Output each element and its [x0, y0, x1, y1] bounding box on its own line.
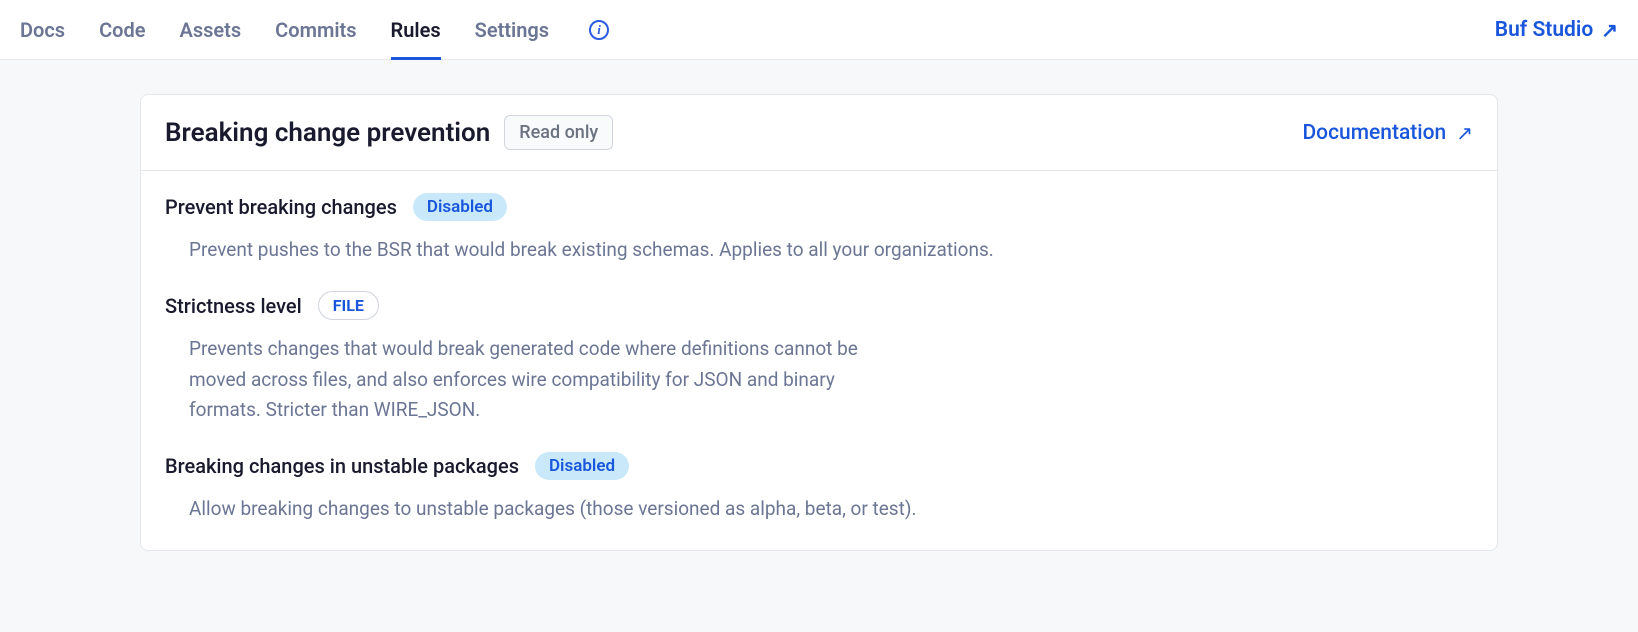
info-icon[interactable]: i [589, 20, 609, 40]
card-body: Prevent breaking changes Disabled Preven… [141, 171, 1497, 550]
card-header: Breaking change prevention Read only Doc… [141, 95, 1497, 171]
documentation-link[interactable]: Documentation ↗ [1302, 121, 1473, 145]
tab-docs[interactable]: Docs [20, 1, 65, 59]
card-title: Breaking change prevention [165, 118, 490, 148]
status-badge: Disabled [535, 452, 629, 480]
buf-studio-label: Buf Studio [1495, 18, 1594, 42]
nav-tabs: Docs Code Assets Commits Rules Settings … [20, 1, 1495, 59]
setting-prevent-breaking: Prevent breaking changes Disabled Preven… [165, 193, 1473, 265]
setting-title: Breaking changes in unstable packages [165, 454, 519, 478]
setting-strictness-level: Strictness level FILE Prevents changes t… [165, 291, 1473, 425]
level-badge: FILE [318, 291, 379, 320]
setting-description: Allow breaking changes to unstable packa… [165, 494, 1085, 524]
setting-title: Strictness level [165, 294, 302, 318]
tab-code[interactable]: Code [99, 1, 145, 59]
external-link-icon: ↗ [1601, 18, 1618, 42]
external-link-icon: ↗ [1456, 121, 1473, 145]
content: Breaking change prevention Read only Doc… [0, 60, 1638, 571]
setting-unstable-packages: Breaking changes in unstable packages Di… [165, 452, 1473, 524]
header-left: Breaking change prevention Read only [165, 115, 613, 150]
setting-header: Strictness level FILE [165, 291, 1473, 320]
setting-title: Prevent breaking changes [165, 195, 397, 219]
settings-card: Breaking change prevention Read only Doc… [140, 94, 1498, 551]
documentation-label: Documentation [1302, 121, 1446, 145]
nav-bar: Docs Code Assets Commits Rules Settings … [0, 0, 1638, 60]
setting-description: Prevents changes that would break genera… [165, 334, 885, 425]
readonly-badge: Read only [504, 115, 613, 150]
buf-studio-link[interactable]: Buf Studio ↗ [1495, 18, 1618, 42]
status-badge: Disabled [413, 193, 507, 221]
setting-header: Prevent breaking changes Disabled [165, 193, 1473, 221]
setting-header: Breaking changes in unstable packages Di… [165, 452, 1473, 480]
tab-assets[interactable]: Assets [179, 1, 241, 59]
setting-description: Prevent pushes to the BSR that would bre… [165, 235, 1085, 265]
tab-settings[interactable]: Settings [475, 1, 549, 59]
tab-rules[interactable]: Rules [391, 1, 441, 59]
tab-commits[interactable]: Commits [275, 1, 356, 59]
